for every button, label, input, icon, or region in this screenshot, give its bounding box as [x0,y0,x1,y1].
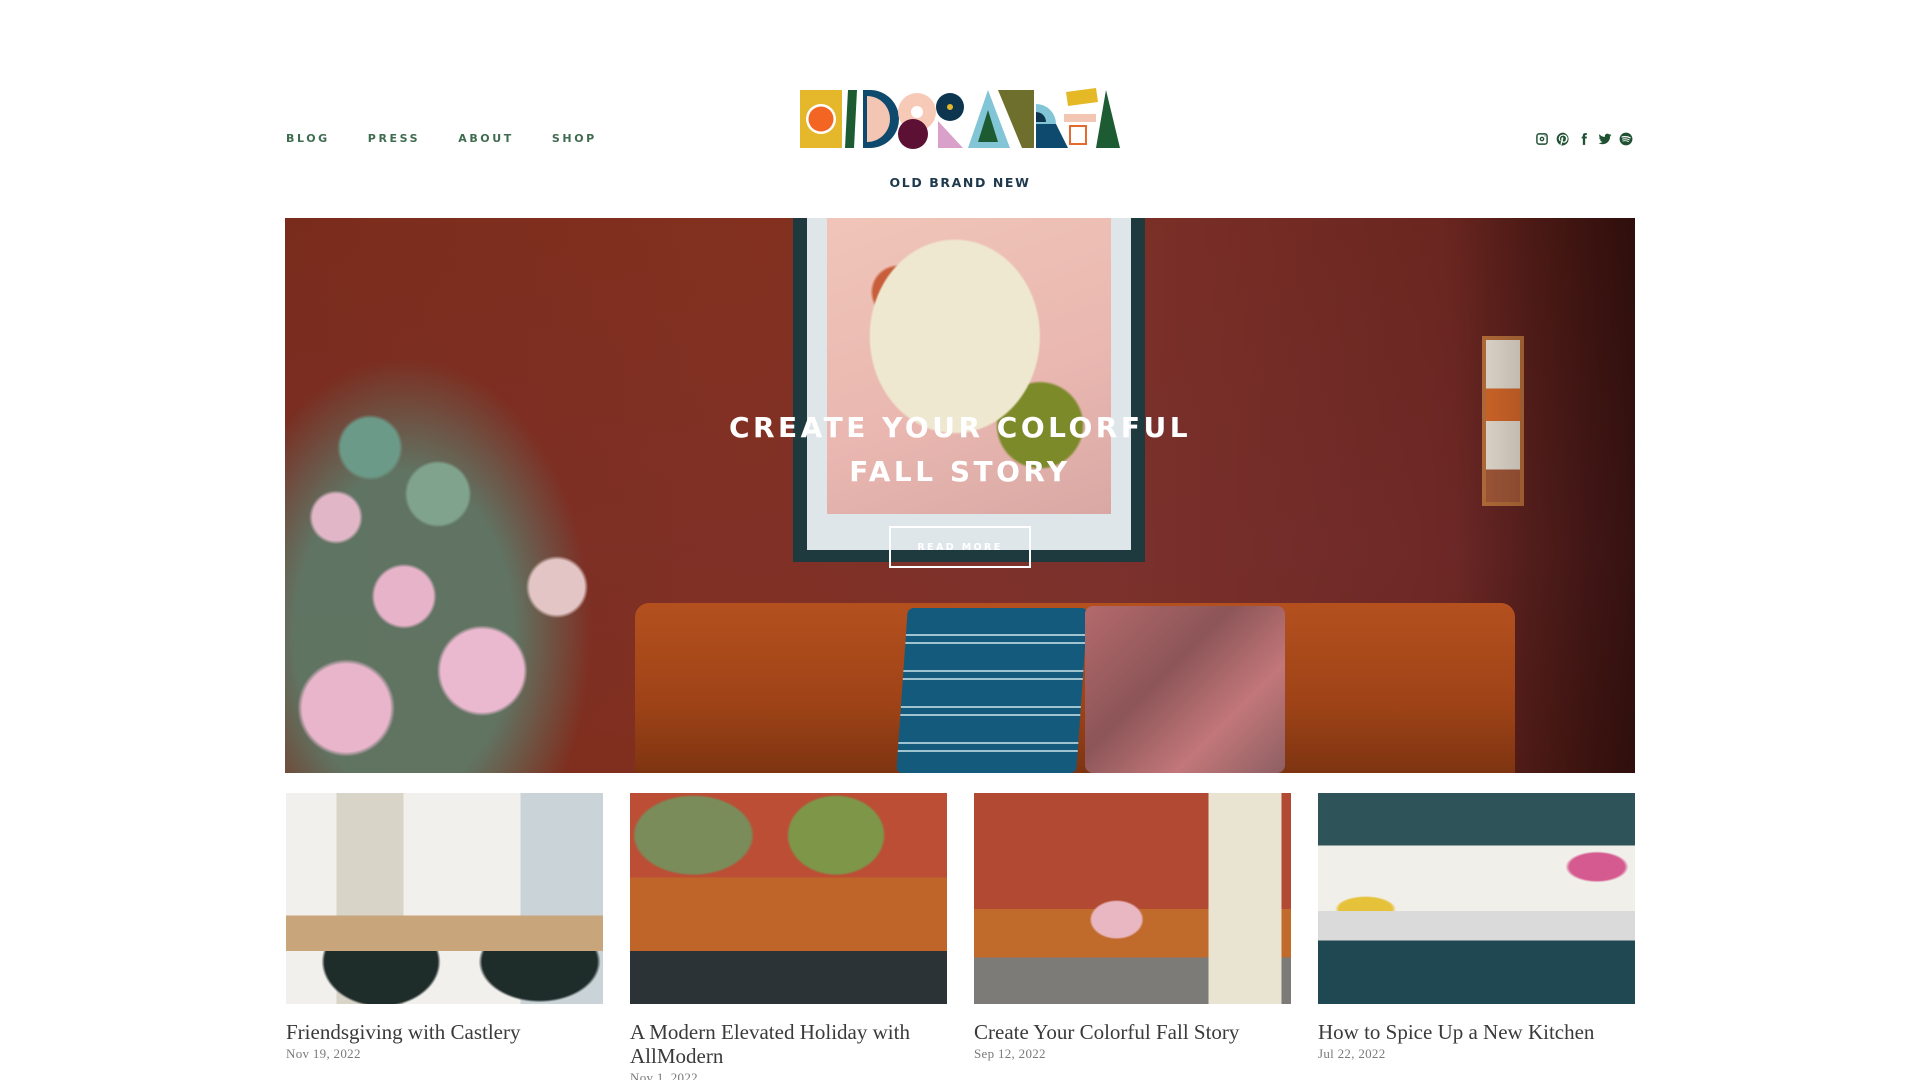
hero-title-line2: FALL STORY [849,455,1071,488]
pinterest-icon[interactable] [1555,131,1570,146]
social-links [1534,131,1633,146]
brand-tagline: OLD BRAND NEW [889,175,1031,190]
post-date: Nov 1, 2022 [630,1070,698,1080]
post-title[interactable]: Friendsgiving with Castlery [286,1020,603,1044]
post-date: Sep 12, 2022 [974,1046,1046,1061]
logo-graphic [800,88,1120,149]
post-grid: Friendsgiving with Castlery Nov 19, 2022… [286,793,1635,1080]
post-title[interactable]: Create Your Colorful Fall Story [974,1020,1291,1044]
post-date: Nov 19, 2022 [286,1046,361,1061]
post-thumbnail[interactable] [974,793,1291,1004]
nav-shop[interactable]: SHOP [552,132,597,145]
nav-about[interactable]: ABOUT [458,132,514,145]
post-thumbnail[interactable] [1318,793,1635,1004]
read-more-button[interactable]: READ MORE [889,526,1031,568]
hero-title-line1: CREATE YOUR COLORFUL [728,411,1192,444]
site-logo[interactable] [800,88,1122,152]
post-card[interactable]: Create Your Colorful Fall Story Sep 12, … [974,793,1291,1080]
post-card[interactable]: How to Spice Up a New Kitchen Jul 22, 20… [1318,793,1635,1080]
post-title[interactable]: A Modern Elevated Holiday with AllModern [630,1020,947,1068]
twitter-icon[interactable] [1597,131,1612,146]
post-thumbnail[interactable] [286,793,603,1004]
post-card[interactable]: A Modern Elevated Holiday with AllModern… [630,793,947,1080]
post-date: Jul 22, 2022 [1318,1046,1386,1061]
nav-blog[interactable]: BLOG [286,132,330,145]
instagram-icon[interactable] [1534,131,1549,146]
post-card[interactable]: Friendsgiving with Castlery Nov 19, 2022 [286,793,603,1080]
facebook-icon[interactable] [1576,131,1591,146]
hero-content: CREATE YOUR COLORFUL FALL STORY READ MOR… [285,218,1635,773]
hero-title: CREATE YOUR COLORFUL FALL STORY [285,406,1635,494]
post-thumbnail[interactable] [630,793,947,1004]
nav-press[interactable]: PRESS [368,132,420,145]
main-nav: BLOG PRESS ABOUT SHOP [286,132,635,145]
spotify-icon[interactable] [1618,131,1633,146]
post-title[interactable]: How to Spice Up a New Kitchen [1318,1020,1635,1044]
